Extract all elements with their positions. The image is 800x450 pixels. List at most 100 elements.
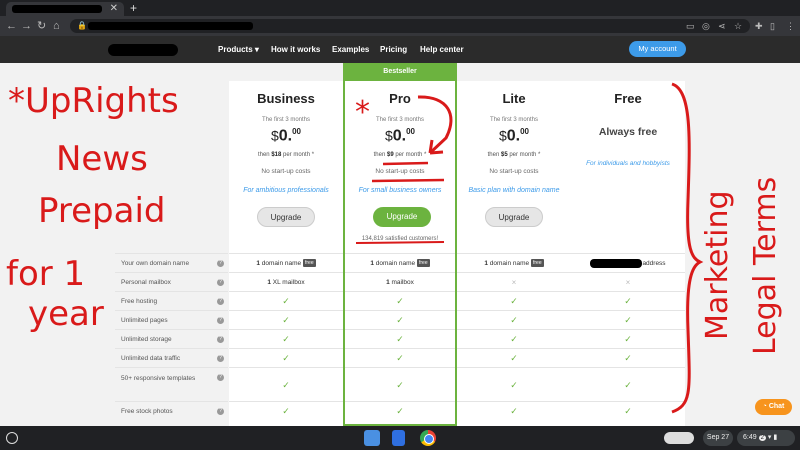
upgrade-business-button[interactable]: Upgrade bbox=[257, 207, 315, 227]
feature-cell: ✓ bbox=[345, 348, 455, 367]
browser-tab[interactable]: ✕ bbox=[6, 2, 124, 16]
redacted-tab-title bbox=[12, 5, 102, 13]
address-bar[interactable]: 🔒 bbox=[70, 19, 750, 33]
plan-tagline: For small business owners bbox=[358, 187, 442, 194]
feature-cell: address bbox=[571, 253, 685, 272]
upgrade-pro-button[interactable]: Upgrade bbox=[373, 207, 431, 227]
os-shelf: Sep 27 6:49 2 ▾ ▮ bbox=[0, 426, 800, 450]
feature-cell: ✓ bbox=[229, 291, 343, 310]
plan-intro: The first 3 months bbox=[261, 117, 311, 123]
feature-cell: ✓ bbox=[457, 291, 571, 310]
docs-app-icon[interactable] bbox=[392, 430, 405, 446]
check-icon: ✓ bbox=[282, 353, 290, 363]
redacted-domain bbox=[590, 258, 643, 268]
feature-cell: × bbox=[457, 272, 571, 291]
plan-then-price: then $5 per month * bbox=[487, 152, 541, 158]
cross-icon: × bbox=[625, 278, 631, 287]
bookmark-star-icon[interactable]: ☆ bbox=[734, 19, 742, 33]
nav-examples[interactable]: Examples bbox=[332, 36, 369, 63]
feature-cell: 1 domain name free bbox=[345, 253, 455, 272]
reload-icon[interactable]: ↻ bbox=[37, 19, 46, 33]
check-icon: ✓ bbox=[624, 380, 632, 390]
feature-cell: ✓ bbox=[457, 348, 571, 367]
feature-cell: ✓ bbox=[229, 310, 343, 329]
wifi-icon: ▾ bbox=[767, 434, 772, 441]
check-icon: ✓ bbox=[624, 315, 632, 325]
help-icon[interactable]: ? bbox=[217, 408, 224, 415]
system-tray[interactable]: 6:49 2 ▾ ▮ bbox=[737, 430, 795, 446]
help-icon[interactable]: ? bbox=[217, 336, 224, 343]
check-icon: ✓ bbox=[510, 406, 518, 416]
check-icon: ✓ bbox=[510, 380, 518, 390]
check-icon: ✓ bbox=[282, 334, 290, 344]
cross-icon: × bbox=[511, 278, 517, 287]
browser-toolbar: ← → ↻ ⌂ 🔒 ▭ ◎ ⋖ ☆ ✚ ▯ ⋮ bbox=[0, 16, 800, 36]
feature-cell: ✓ bbox=[345, 367, 455, 401]
help-icon[interactable]: ? bbox=[217, 260, 224, 267]
chat-button[interactable]: ◔ Chat bbox=[755, 399, 792, 415]
help-icon[interactable]: ? bbox=[217, 317, 224, 324]
feature-cell: ✓ bbox=[457, 367, 571, 401]
check-icon: ✓ bbox=[396, 315, 404, 325]
help-icon[interactable]: ? bbox=[217, 355, 224, 362]
plan-price: $0.00 bbox=[498, 127, 530, 145]
feature-cell: 1 domain name free bbox=[457, 253, 571, 272]
new-tab-icon[interactable]: + bbox=[130, 1, 137, 15]
feature-cell: × bbox=[571, 272, 685, 291]
plan-price: $0.00 bbox=[270, 127, 302, 145]
nav-pricing[interactable]: Pricing bbox=[380, 36, 407, 63]
my-account-button[interactable]: My account bbox=[629, 41, 686, 57]
menu-icon[interactable]: ⋮ bbox=[786, 19, 795, 33]
plan-then-price: then $9 per month * bbox=[373, 152, 427, 158]
no-startup-costs: No start-up costs bbox=[261, 168, 311, 175]
nav-products[interactable]: Products ▾ bbox=[218, 36, 259, 63]
nav-help-center[interactable]: Help center bbox=[420, 36, 464, 63]
check-icon: ✓ bbox=[396, 380, 404, 390]
check-icon: ✓ bbox=[510, 296, 518, 306]
feature-row: Unlimited pages? bbox=[115, 310, 228, 329]
check-icon: ✓ bbox=[396, 334, 404, 344]
check-icon: ✓ bbox=[624, 353, 632, 363]
back-icon[interactable]: ← bbox=[6, 19, 17, 33]
home-icon[interactable]: ⌂ bbox=[53, 19, 60, 33]
cast-icon[interactable]: ▭ bbox=[686, 19, 695, 33]
feature-cell: ✓ bbox=[345, 401, 455, 420]
check-icon: ✓ bbox=[282, 296, 290, 306]
feature-cell: ✓ bbox=[345, 291, 455, 310]
forward-icon[interactable]: → bbox=[21, 19, 32, 33]
holding-space-icon[interactable] bbox=[664, 432, 694, 444]
feature-cell: ✓ bbox=[229, 348, 343, 367]
chrome-app-icon[interactable] bbox=[420, 430, 436, 446]
feature-cell: ✓ bbox=[229, 329, 343, 348]
plan-name: Business bbox=[257, 91, 315, 106]
files-app-icon[interactable] bbox=[364, 430, 380, 446]
help-icon[interactable]: ? bbox=[217, 298, 224, 305]
feature-cell: 1 XL mailbox bbox=[229, 272, 343, 291]
plan-name: Free bbox=[614, 91, 642, 106]
side-panel-icon[interactable]: ▯ bbox=[770, 19, 775, 33]
share-icon[interactable]: ⋖ bbox=[718, 19, 726, 33]
plan-name: Lite bbox=[502, 91, 526, 106]
close-tab-icon[interactable]: ✕ bbox=[110, 2, 118, 16]
feature-cell: ✓ bbox=[571, 329, 685, 348]
nav-how-it-works[interactable]: How it works bbox=[271, 36, 320, 63]
check-icon: ✓ bbox=[624, 296, 632, 306]
plan-intro: The first 3 months bbox=[375, 117, 425, 123]
bestseller-banner: Bestseller bbox=[343, 63, 457, 81]
eye-off-icon[interactable]: ◎ bbox=[702, 19, 710, 33]
launcher-icon[interactable] bbox=[6, 432, 18, 444]
feature-row: Unlimited data traffic? bbox=[115, 348, 228, 367]
extensions-icon[interactable]: ✚ bbox=[755, 19, 763, 33]
always-free-label: Always free bbox=[598, 126, 658, 138]
help-icon[interactable]: ? bbox=[217, 374, 224, 381]
feature-cell: ✓ bbox=[229, 401, 343, 420]
redacted-url bbox=[88, 22, 253, 30]
check-icon: ✓ bbox=[396, 296, 404, 306]
browser-tab-strip: ✕ + bbox=[0, 0, 800, 16]
feature-cell: ✓ bbox=[571, 310, 685, 329]
upgrade-lite-button[interactable]: Upgrade bbox=[485, 207, 543, 227]
feature-cell: ✓ bbox=[571, 367, 685, 401]
date-pill[interactable]: Sep 27 bbox=[703, 430, 733, 446]
feature-cell: ✓ bbox=[457, 310, 571, 329]
help-icon[interactable]: ? bbox=[217, 279, 224, 286]
